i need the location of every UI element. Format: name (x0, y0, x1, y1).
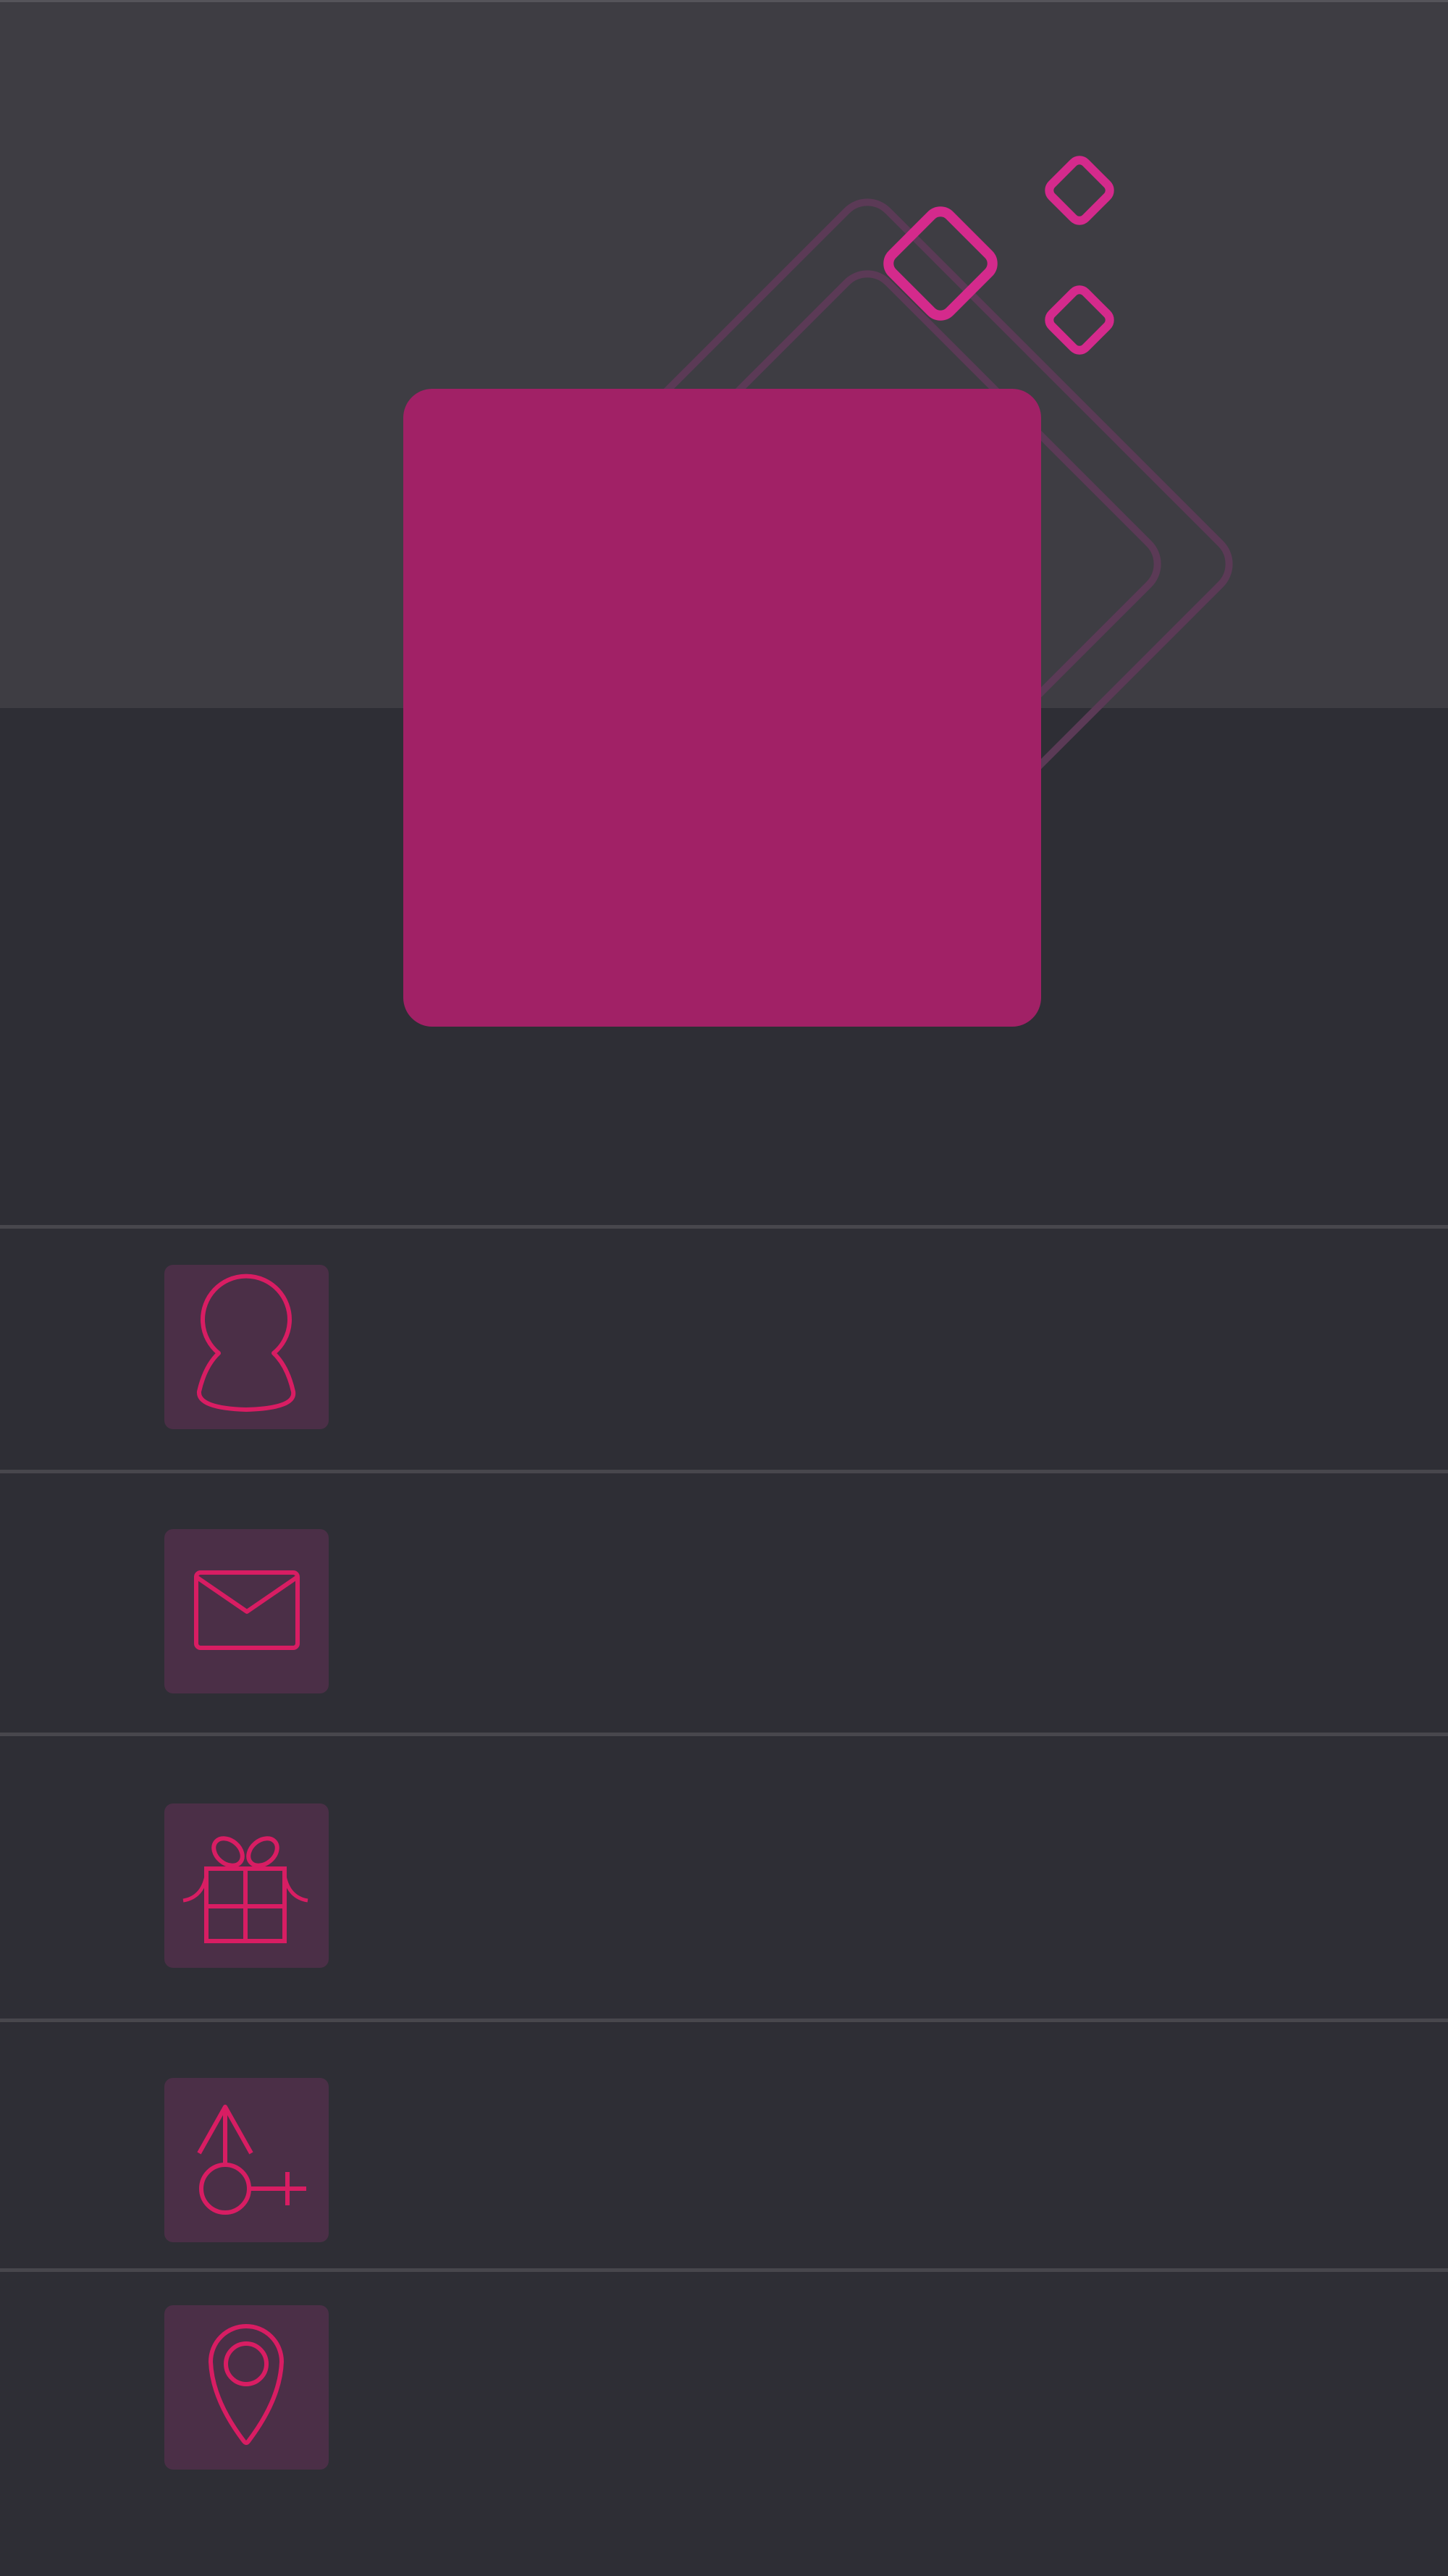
small-diamond-icon (1045, 156, 1114, 225)
mail-icon (164, 1529, 329, 1693)
profile-row-gender (0, 2022, 1448, 2268)
profile-row-birthday (0, 1736, 1448, 2019)
person-icon (164, 1265, 329, 1429)
small-diamond-icon (1045, 285, 1114, 355)
avatar[interactable] (403, 389, 1041, 1027)
gift-icon (164, 1803, 329, 1968)
profile-row-location (0, 2272, 1448, 2576)
profile-row-email (0, 1473, 1448, 1733)
profile-row-name (0, 1229, 1448, 1470)
location-pin-icon (164, 2305, 329, 2470)
profile-page (0, 0, 1448, 2576)
gender-icon (164, 2078, 329, 2242)
